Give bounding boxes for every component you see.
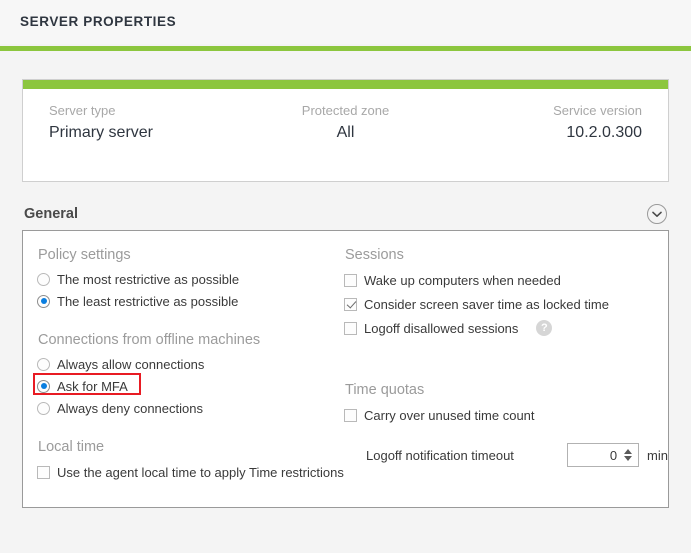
summary-grid: Server type Primary server Protected zon… [23, 89, 668, 142]
general-section-title: General [24, 206, 78, 222]
summary-field-service-version: Service version 10.2.0.300 [444, 103, 642, 142]
checkbox-icon-screen-saver-locked-time[interactable] [344, 297, 357, 311]
summary-card-wrapper: Server type Primary server Protected zon… [0, 51, 691, 182]
checkbox-row-screen-saver-locked-time[interactable]: Consider screen saver time as locked tim… [344, 292, 668, 316]
summary-value-server-type: Primary server [49, 124, 154, 141]
group-policy-settings: Policy settings The most restrictive as … [37, 247, 337, 312]
checkbox-icon-use-agent-local-time[interactable] [37, 465, 50, 479]
logoff-notification-timeout-row: Logoff notification timeout min [344, 443, 668, 467]
checkbox-row-wake-up-computers[interactable]: Wake up computers when needed [344, 268, 668, 292]
radio-row-most-restrictive[interactable]: The most restrictive as possible [37, 268, 337, 290]
group-sessions: Sessions Wake up computers when needed C… [344, 247, 668, 340]
logoff-notification-timeout-stepper[interactable] [567, 443, 640, 467]
radio-icon-always-deny[interactable] [37, 401, 50, 415]
checkbox-label-wake-up-computers: Wake up computers when needed [364, 272, 561, 288]
summary-accent-bar [23, 80, 668, 89]
checkbox-row-use-agent-local-time[interactable]: Use the agent local time to apply Time r… [37, 460, 344, 484]
stepper-down-icon[interactable] [624, 456, 633, 461]
general-left-column: Policy settings The most restrictive as … [23, 247, 344, 507]
checkbox-label-carry-over-unused-time: Carry over unused time count [364, 407, 535, 423]
summary-value-service-version: 10.2.0.300 [566, 124, 643, 141]
group-title-sessions: Sessions [345, 247, 404, 263]
page-header: SERVER PROPERTIES [0, 0, 691, 44]
radio-label-ask-for-mfa: Ask for MFA [57, 378, 128, 394]
general-right-column: Sessions Wake up computers when needed C… [337, 247, 668, 507]
radio-label-most-restrictive: The most restrictive as possible [57, 271, 240, 287]
checkbox-row-carry-over-unused-time[interactable]: Carry over unused time count [344, 403, 668, 427]
radio-row-always-allow[interactable]: Always allow connections [37, 353, 337, 375]
group-title-offline-connections: Connections from offline machines [38, 332, 261, 348]
radio-icon-most-restrictive[interactable] [37, 272, 50, 286]
summary-field-protected-zone: Protected zone All [247, 103, 445, 142]
checkbox-label-logoff-disallowed-sessions: Logoff disallowed sessions [364, 320, 519, 336]
checkbox-icon-carry-over-unused-time[interactable] [344, 408, 357, 422]
group-title-policy-settings: Policy settings [38, 247, 131, 263]
chevron-down-icon[interactable] [647, 204, 667, 224]
group-time-quotas: Time quotas Carry over unused time count… [344, 382, 668, 467]
radio-label-always-allow: Always allow connections [57, 356, 205, 372]
general-section-header: General [22, 204, 669, 230]
page-title: SERVER PROPERTIES [20, 14, 177, 29]
radio-icon-ask-for-mfa[interactable] [37, 379, 50, 393]
summary-value-protected-zone: All [336, 124, 355, 141]
radio-row-ask-for-mfa[interactable]: Ask for MFA [33, 373, 337, 397]
radio-row-least-restrictive[interactable]: The least restrictive as possible [37, 290, 337, 312]
group-local-time: Local time Use the agent local time to a… [37, 439, 344, 484]
summary-field-server-type: Server type Primary server [49, 103, 247, 142]
right-column-spacer [344, 344, 668, 382]
logoff-notification-timeout-label: Logoff notification timeout [366, 447, 514, 463]
radio-label-always-deny: Always deny connections [57, 400, 203, 416]
logoff-notification-timeout-unit: min [647, 447, 668, 463]
general-section: General Policy settings The most restric… [0, 182, 691, 508]
help-icon[interactable]: ? [536, 320, 553, 336]
summary-label-server-type: Server type [49, 103, 116, 118]
stepper-buttons[interactable] [621, 444, 638, 466]
summary-label-service-version: Service version [553, 103, 643, 118]
radio-label-least-restrictive: The least restrictive as possible [57, 293, 239, 309]
stepper-up-icon[interactable] [624, 449, 633, 454]
checkbox-icon-logoff-disallowed-sessions[interactable] [344, 321, 357, 335]
checkbox-icon-wake-up-computers[interactable] [344, 273, 357, 287]
checkbox-label-screen-saver-locked-time: Consider screen saver time as locked tim… [364, 296, 609, 312]
group-title-local-time: Local time [38, 439, 105, 455]
summary-label-protected-zone: Protected zone [301, 103, 390, 118]
group-offline-connections: Connections from offline machines Always… [33, 332, 337, 419]
radio-row-always-deny[interactable]: Always deny connections [37, 397, 337, 419]
group-title-time-quotas: Time quotas [345, 382, 425, 398]
server-summary-card: Server type Primary server Protected zon… [22, 79, 669, 182]
radio-icon-always-allow[interactable] [37, 357, 50, 371]
logoff-notification-timeout-input[interactable] [568, 444, 622, 466]
checkbox-label-use-agent-local-time: Use the agent local time to apply Time r… [57, 464, 344, 480]
checkbox-row-logoff-disallowed-sessions[interactable]: Logoff disallowed sessions ? [344, 316, 668, 340]
radio-icon-least-restrictive[interactable] [37, 294, 50, 308]
general-section-body: Policy settings The most restrictive as … [22, 230, 669, 508]
